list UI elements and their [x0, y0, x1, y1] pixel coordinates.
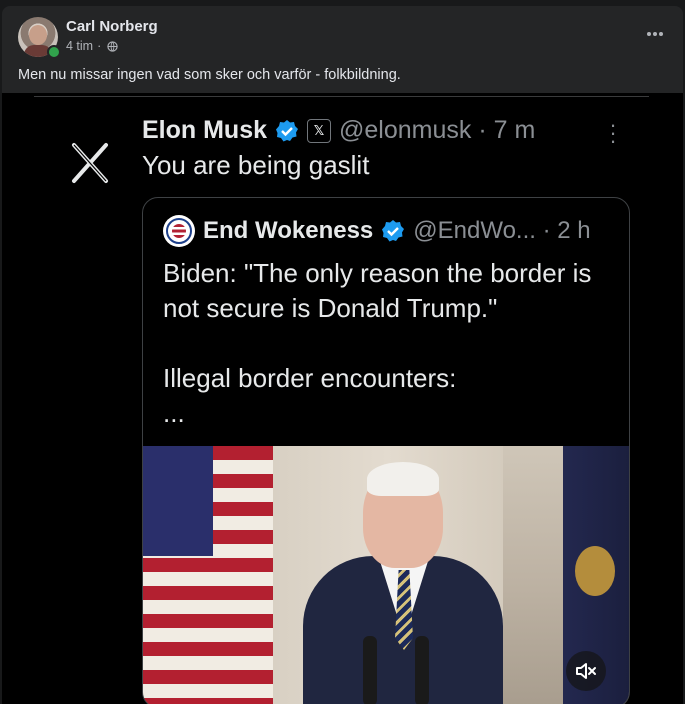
quote-line: not secure is Donald Trump." — [163, 293, 498, 323]
quote-line: ... — [163, 398, 185, 428]
flag-canton — [143, 446, 213, 556]
quoted-tweet: End Wokeness @EndWo... · 2 h Biden: "The… — [142, 197, 630, 704]
author-name[interactable]: Carl Norberg — [66, 18, 158, 35]
tweet-header: Elon Musk 𝕏 @elonmusk · 7 m — [142, 116, 535, 145]
post-text: Men nu missar ingen vad som sker och var… — [18, 67, 401, 83]
x-logo-icon — [72, 143, 108, 183]
avatar-flag — [172, 224, 186, 238]
globe-icon — [107, 40, 118, 52]
flag-seal — [575, 546, 615, 596]
volume-muted-icon — [576, 663, 596, 679]
avatar-face — [29, 25, 47, 45]
us-flag — [143, 446, 273, 704]
meta-separator: · — [97, 39, 102, 53]
speaker-hair — [367, 462, 439, 496]
x-affiliation-badge: 𝕏 — [307, 118, 332, 143]
video-frame[interactable] — [143, 446, 629, 704]
verified-badge-icon — [276, 119, 299, 141]
microphone — [415, 636, 429, 704]
tweet-text: You are being gaslit — [142, 150, 370, 180]
more-options-button[interactable] — [639, 20, 671, 48]
post-time[interactable]: 4 tim — [66, 39, 93, 53]
more-horizontal-icon — [647, 32, 663, 36]
post-meta: 4 tim · — [66, 39, 118, 53]
media-divider — [34, 96, 649, 97]
quote-line: Biden: "The only reason the border is — [163, 258, 592, 288]
quote-text: Biden: "The only reason the border is no… — [163, 256, 623, 431]
tweet-author-name: Elon Musk — [142, 116, 268, 144]
quote-author-name: End Wokeness — [203, 217, 374, 244]
unmute-button[interactable] — [566, 651, 606, 691]
tweet-handle: @elonmusk · 7 m — [339, 116, 536, 144]
quote-line: Illegal border encounters: — [163, 363, 457, 393]
online-status-dot — [47, 45, 61, 59]
post-header: Carl Norberg 4 tim · — [2, 6, 683, 64]
post-media[interactable]: Elon Musk 𝕏 @elonmusk · 7 m · · · You are … — [2, 93, 683, 704]
quote-gap — [163, 326, 623, 361]
quote-avatar — [163, 215, 195, 247]
microphone — [363, 636, 377, 704]
tweet-more-icon: · · · — [609, 112, 617, 153]
post-card: Carl Norberg 4 tim · Men nu missar ingen… — [2, 6, 683, 704]
quote-handle: @EndWo... · 2 h — [413, 217, 591, 244]
verified-badge-icon — [382, 220, 405, 242]
quote-header: End Wokeness @EndWo... · 2 h — [163, 215, 591, 247]
